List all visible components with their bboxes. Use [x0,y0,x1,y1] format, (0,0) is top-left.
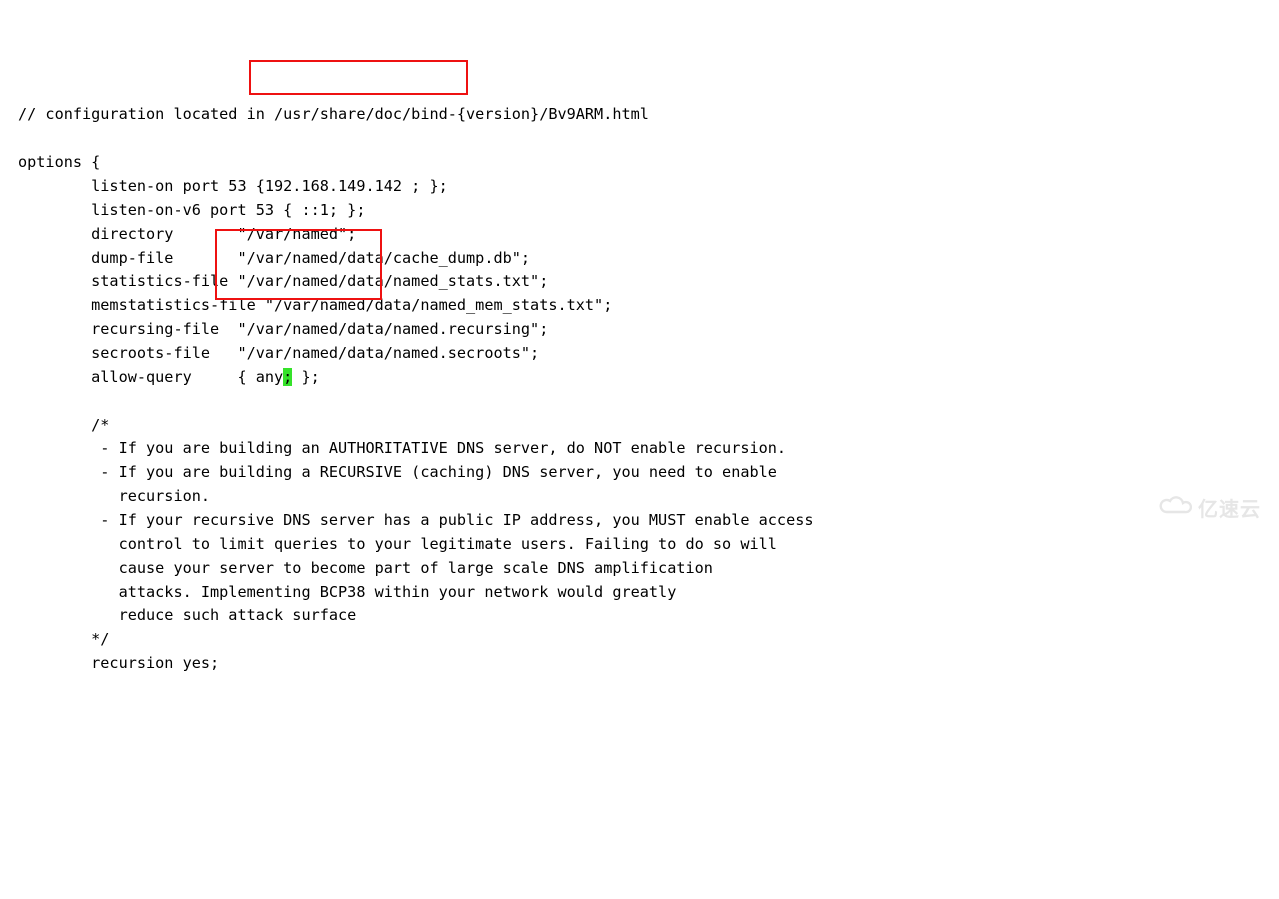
code-line: recursion. [18,487,210,505]
code-line: memstatistics-file "/var/named/data/name… [18,296,612,314]
code-line: listen-on port 53 {192.168.149.142 ; }; [18,177,448,195]
code-line: directory "/var/named"; [18,225,356,243]
code-line: control to limit queries to your legitim… [18,535,777,553]
code-line: /* [18,416,109,434]
code-line: recursing-file "/var/named/data/named.re… [18,320,548,338]
code-line: listen-on-v6 port 53 { ::1; }; [18,201,365,219]
highlight-box-listen-on [249,60,468,95]
cursor-highlight: ; [283,368,292,386]
code-line: secroots-file "/var/named/data/named.sec… [18,344,539,362]
watermark: 亿速云 [1132,463,1261,558]
code-line: reduce such attack surface [18,606,356,624]
watermark-text: 亿速云 [1198,495,1261,526]
code-line: - If you are building a RECURSIVE (cachi… [18,463,777,481]
code-line: - If your recursive DNS server has a pub… [18,511,814,529]
code-line: statistics-file "/var/named/data/named_s… [18,272,548,290]
code-line: attacks. Implementing BCP38 within your … [18,583,676,601]
code-line: - If you are building an AUTHORITATIVE D… [18,439,786,457]
code-line: // configuration located in /usr/share/d… [18,105,649,123]
code-line: recursion yes; [18,654,219,672]
code-line: dump-file "/var/named/data/cache_dump.db… [18,249,530,267]
code-line: allow-query { any; }; [18,368,320,386]
code-line: */ [18,630,109,648]
cloud-icon [1132,463,1192,558]
code-line: options { [18,153,100,171]
